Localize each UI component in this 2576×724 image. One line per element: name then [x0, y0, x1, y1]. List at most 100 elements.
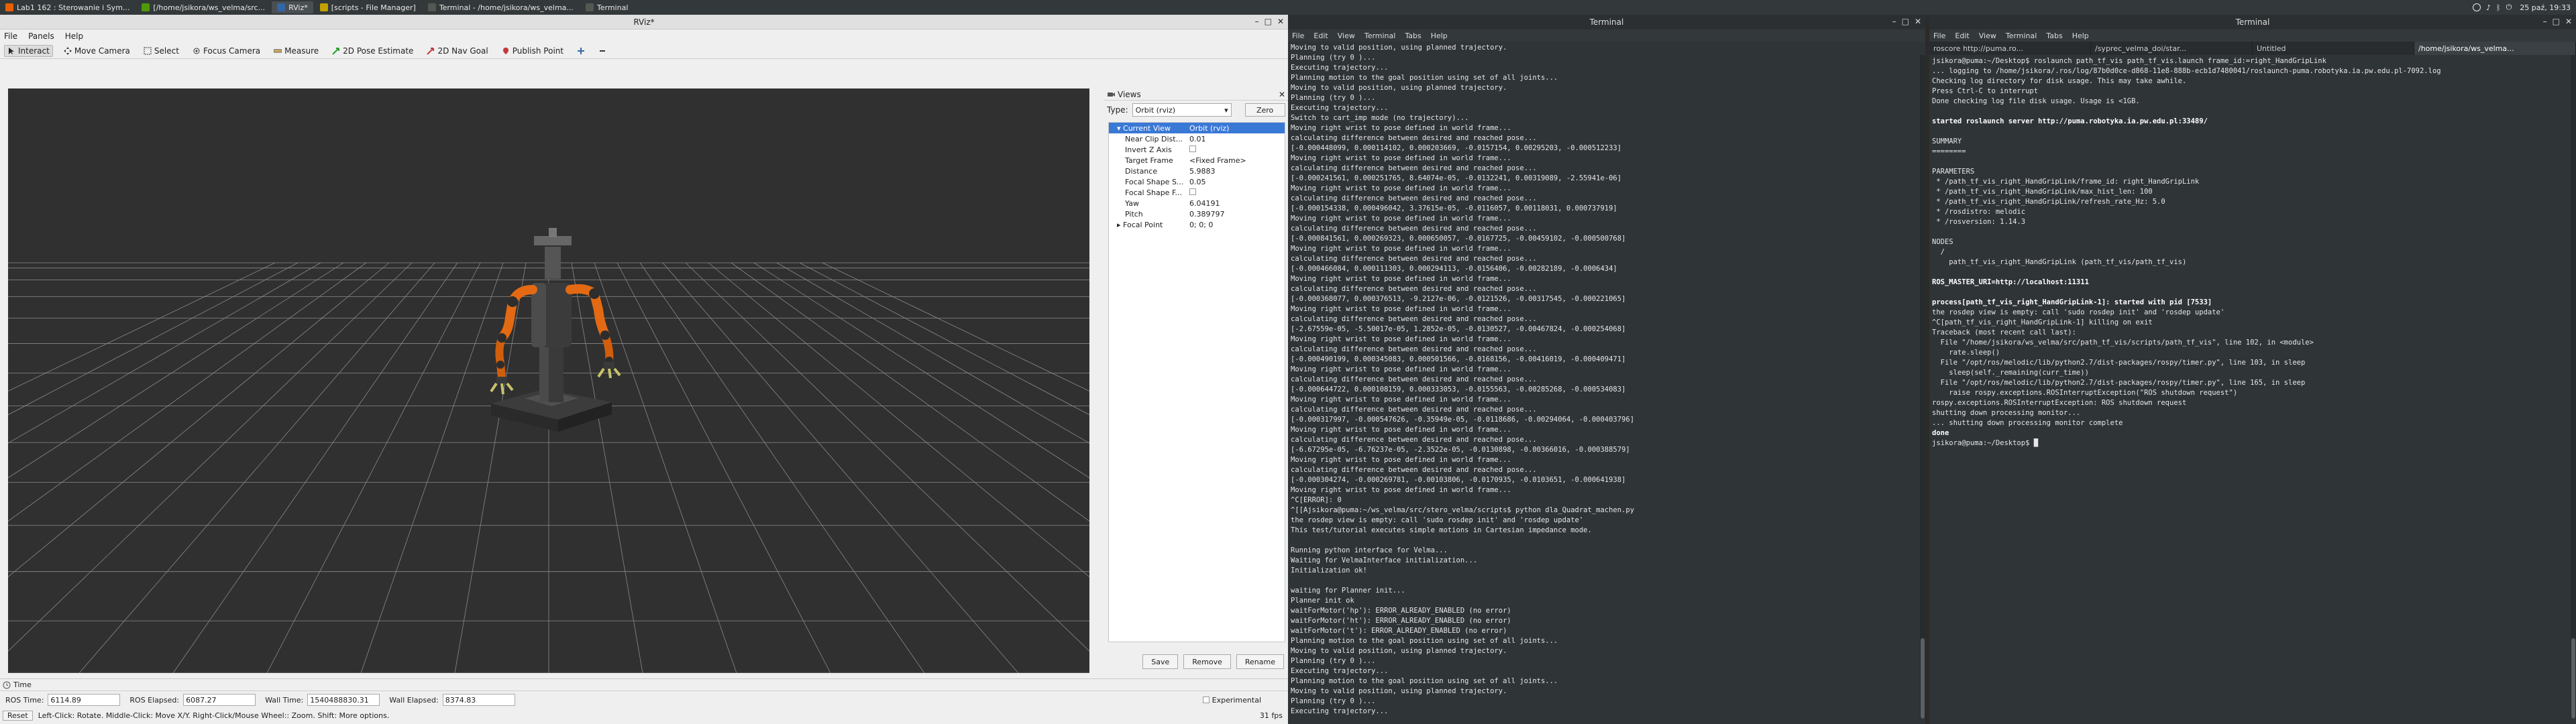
- taskbar-item-filemanager-scripts[interactable]: [scripts - File Manager]: [315, 1, 421, 13]
- wall-time-label: Wall Time:: [265, 695, 304, 705]
- terminal-tab-roscore[interactable]: roscore http://puma.ro...: [1929, 42, 2091, 55]
- tool-focus-camera[interactable]: Focus Camera: [190, 46, 263, 56]
- menu-panels[interactable]: Panels: [28, 32, 54, 41]
- wall-time-field[interactable]: 1540488830.31: [307, 694, 380, 706]
- save-view-button[interactable]: Save: [1142, 654, 1179, 669]
- terminal-line: [-0.000644722, 0.000108159, 0.000333053,…: [1291, 385, 1626, 394]
- menu-file[interactable]: File: [1292, 32, 1304, 40]
- ros-time-field[interactable]: 6114.89: [48, 694, 121, 706]
- menu-view[interactable]: View: [1979, 32, 1996, 40]
- experimental-toggle[interactable]: Experimental: [1202, 696, 1261, 705]
- power-icon[interactable]: ⏻: [2506, 3, 2512, 12]
- menu-terminal[interactable]: Terminal: [1364, 32, 1396, 40]
- prop-focal-shape-size[interactable]: Focal Shape S... 0.05: [1109, 176, 1285, 187]
- menu-terminal[interactable]: Terminal: [2006, 32, 2037, 40]
- terminal-title: Terminal: [2235, 17, 2270, 27]
- close-icon[interactable]: ✕: [1279, 90, 1285, 99]
- wall-elapsed-field[interactable]: 8374.83: [442, 694, 515, 706]
- prop-yaw[interactable]: Yaw 6.04191: [1109, 198, 1285, 208]
- bluetooth-icon[interactable]: ᛒ: [2496, 3, 2501, 12]
- terminal-line: Moving right wrist to pose defined in wo…: [1291, 275, 1511, 283]
- maximize-icon[interactable]: □: [1265, 17, 1272, 26]
- tool-2d-nav-goal[interactable]: 2D Nav Goal: [424, 46, 490, 56]
- select-icon: [144, 47, 152, 54]
- focal-shape-fixed-checkbox[interactable]: [1189, 188, 1196, 195]
- tool-add[interactable]: [574, 46, 588, 56]
- tool-measure[interactable]: Measure: [271, 46, 321, 56]
- terminal-cursor: █: [2033, 439, 2039, 447]
- prop-pitch[interactable]: Pitch 0.389797: [1109, 208, 1285, 219]
- maximize-icon[interactable]: □: [1902, 17, 1909, 26]
- tool-minus-menu[interactable]: [596, 46, 609, 56]
- menu-edit[interactable]: Edit: [1955, 32, 1969, 40]
- terminal-line: [-2.67559e-05, -5.50017e-05, 1.2852e-05,…: [1291, 325, 1626, 333]
- minimize-icon[interactable]: –: [1892, 17, 1896, 26]
- prop-focal-shape-fixed[interactable]: Focal Shape F...: [1109, 187, 1285, 198]
- terminal-line: File "/opt/ros/melodic/lib/python2.7/dis…: [1932, 379, 2306, 387]
- close-icon[interactable]: ✕: [1915, 17, 1921, 26]
- volume-icon[interactable]: ♪: [2486, 3, 2491, 12]
- terminal-tab-syprec[interactable]: /syprec_velma_doi/star...: [2091, 42, 2253, 55]
- clock[interactable]: 25 paź, 19:33: [2520, 3, 2571, 12]
- taskbar-item-browser[interactable]: Lab1 162 : Sterowanie i Sym...: [0, 1, 135, 13]
- menu-help[interactable]: Help: [1431, 32, 1448, 40]
- zero-button[interactable]: Zero: [1244, 103, 1285, 117]
- menu-help[interactable]: Help: [2072, 32, 2089, 40]
- menu-tabs[interactable]: Tabs: [2046, 32, 2062, 40]
- menu-edit[interactable]: Edit: [1313, 32, 1328, 40]
- prop-distance[interactable]: Distance 5.9883: [1109, 166, 1285, 176]
- terminal-output[interactable]: jsikora@puma:~/Desktop$ roslaunch path_t…: [1929, 55, 2576, 450]
- current-view-row[interactable]: ▾ Current View Orbit (rviz): [1109, 123, 1285, 133]
- taskbar-item-terminal-2[interactable]: Terminal: [580, 1, 634, 13]
- prop-near-clip[interactable]: Near Clip Dist... 0.01: [1109, 133, 1285, 144]
- experimental-checkbox[interactable]: [1202, 697, 1210, 703]
- menu-view[interactable]: View: [1338, 32, 1355, 40]
- terminal-line: waitForMotor('hp'): ERROR_ALREADY_ENABLE…: [1291, 607, 1511, 615]
- minimize-icon[interactable]: –: [2543, 17, 2547, 26]
- reset-button[interactable]: Reset: [3, 710, 33, 721]
- tool-2d-pose-estimate[interactable]: 2D Pose Estimate: [329, 46, 416, 56]
- tool-interact[interactable]: Interact: [4, 44, 53, 57]
- taskbar-item-rviz[interactable]: RViz*: [272, 1, 313, 13]
- terminal-line: * /path_tf_vis_right_HandGripLink/refres…: [1932, 198, 2165, 206]
- taskbar-item-filemanager-home[interactable]: [/home/jsikora/ws_velma/src...: [136, 1, 270, 13]
- maximize-icon[interactable]: □: [2553, 17, 2560, 26]
- prop-focal-point[interactable]: ▸ Focal Point 0; 0; 0: [1109, 219, 1285, 230]
- tool-select[interactable]: Select: [141, 46, 182, 56]
- tool-move-camera[interactable]: Move Camera: [61, 46, 133, 56]
- prop-target-frame[interactable]: Target Frame <Fixed Frame>: [1109, 155, 1285, 166]
- terminal-scrollbar[interactable]: [1920, 55, 1925, 719]
- invert-z-checkbox[interactable]: [1189, 145, 1196, 152]
- terminal-tab-ws-velma[interactable]: /home/jsikora/ws_velma...: [2414, 42, 2576, 55]
- menu-file[interactable]: File: [4, 32, 17, 41]
- terminal-line: shutting down processing monitor...: [1932, 409, 2081, 417]
- prop-invert-z[interactable]: Invert Z Axis: [1109, 144, 1285, 155]
- scrollbar-thumb[interactable]: [1921, 638, 1925, 719]
- menu-tabs[interactable]: Tabs: [1405, 32, 1421, 40]
- 3d-viewport[interactable]: [8, 88, 1089, 673]
- time-panel: Time ROS Time: 6114.89 ROS Elapsed: 6087…: [0, 678, 1288, 724]
- rename-view-button[interactable]: Rename: [1236, 654, 1284, 669]
- close-icon[interactable]: ✕: [2565, 17, 2572, 26]
- minimize-icon[interactable]: –: [1255, 17, 1259, 26]
- grid-line: [360, 262, 504, 673]
- remove-view-button[interactable]: Remove: [1183, 654, 1231, 669]
- ros-elapsed-field[interactable]: 6087.27: [183, 694, 256, 706]
- terminal-scrollbar[interactable]: [2571, 55, 2576, 719]
- scrollbar-thumb[interactable]: [2571, 638, 2575, 719]
- terminal-output[interactable]: Moving to valid position, using planned …: [1288, 42, 1925, 718]
- terminal-line: * /path_tf_vis_right_HandGripLink/max_hi…: [1932, 188, 2153, 196]
- view-type-select[interactable]: Orbit (rviz) ▾: [1132, 103, 1232, 117]
- menu-file[interactable]: File: [1933, 32, 1945, 40]
- tool-publish-point[interactable]: Publish Point: [499, 46, 566, 56]
- taskbar-item-terminal-1[interactable]: Terminal - /home/jsikora/ws_velma...: [423, 1, 579, 13]
- terminal-tab-untitled[interactable]: Untitled: [2253, 42, 2414, 55]
- terminal-line: [-0.000304274, -0.000269781, -0.00103806…: [1291, 476, 1626, 484]
- grid-line: [8, 262, 276, 391]
- collapse-icon[interactable]: ▾: [1117, 124, 1123, 133]
- menu-help[interactable]: Help: [65, 32, 83, 41]
- terminal-line: Done checking log file disk usage. Usage…: [1932, 97, 2140, 105]
- close-icon[interactable]: ✕: [1277, 17, 1284, 26]
- network-icon[interactable]: [2472, 3, 2481, 11]
- expand-icon[interactable]: ▸: [1117, 221, 1123, 229]
